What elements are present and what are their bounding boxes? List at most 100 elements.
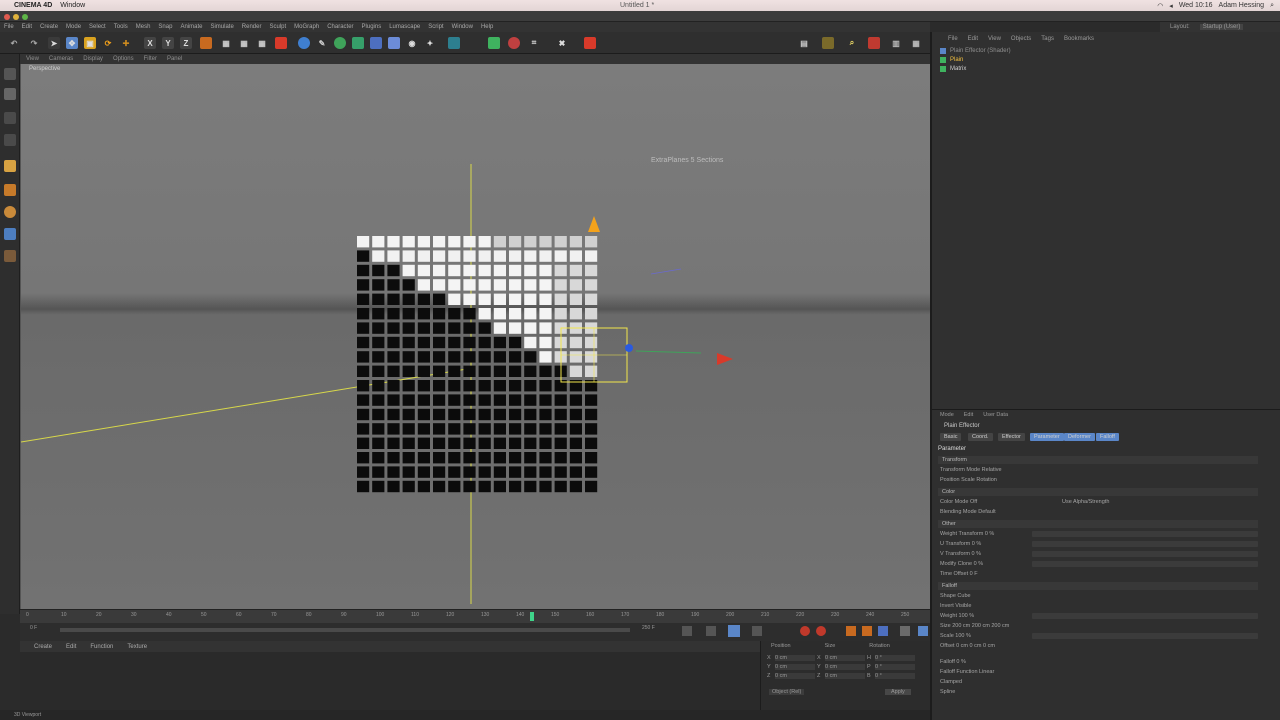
subdivision-icon[interactable] — [334, 37, 346, 49]
next-frame-icon[interactable] — [752, 626, 762, 636]
attr-row[interactable]: Size 200 cm 200 cm 200 cm — [940, 622, 1009, 630]
record-icon[interactable] — [584, 37, 596, 49]
redo-icon[interactable]: ↷ — [28, 37, 40, 49]
deformer-icon[interactable] — [370, 37, 382, 49]
magnify-icon[interactable]: ⌕ — [846, 37, 858, 49]
attr-row[interactable]: Offset 0 cm 0 cm 0 cm — [940, 642, 995, 650]
object-row[interactable]: Plain Effector (Shader) — [940, 46, 1270, 55]
goto-start-icon[interactable] — [682, 626, 692, 636]
mat-menu-function[interactable]: Function — [90, 644, 113, 650]
record-key-icon[interactable] — [800, 626, 810, 636]
tab-falloff[interactable]: Falloff — [1096, 433, 1119, 441]
minimize-button[interactable] — [13, 14, 19, 20]
attr-menu-edit[interactable]: Edit — [964, 412, 973, 418]
render-region-icon[interactable]: ▦ — [238, 37, 250, 49]
section-other[interactable]: Other — [938, 520, 1258, 528]
key-rotation-icon[interactable] — [878, 626, 888, 636]
attr-row[interactable]: Shape Cube — [940, 592, 971, 600]
rotate-tool-icon[interactable]: ⟳ — [102, 37, 114, 49]
play-icon[interactable] — [728, 625, 740, 637]
apply-button[interactable]: Apply — [885, 689, 911, 695]
attr-row[interactable]: Weight 100 % — [940, 612, 974, 620]
attr-row[interactable]: Spline — [940, 688, 955, 696]
render-view-icon[interactable]: ▦ — [220, 37, 232, 49]
app-menu[interactable]: CINEMA 4D — [14, 2, 52, 9]
attr-row[interactable]: Time Offset 0 F — [940, 570, 978, 578]
v-slider[interactable] — [1032, 551, 1258, 557]
attr-row[interactable]: U Transform 0 % — [940, 540, 981, 548]
key-param-icon[interactable] — [900, 626, 910, 636]
pen-spline-icon[interactable]: ✎ — [316, 37, 328, 49]
light-icon[interactable]: ✦ — [424, 37, 436, 49]
key-position-icon[interactable] — [846, 626, 856, 636]
scale-tool-icon[interactable]: ▣ — [84, 37, 96, 49]
coordinate-system-icon[interactable] — [200, 37, 212, 49]
attr-row[interactable]: Falloff 0 % — [940, 658, 966, 666]
attr-row[interactable]: Weight Transform 0 % — [940, 530, 994, 538]
om-menu-bookmarks[interactable]: Bookmarks — [1064, 36, 1094, 42]
mat-menu-create[interactable]: Create — [34, 644, 52, 650]
attr-row[interactable]: Transform Mode Relative — [940, 466, 1002, 474]
y-axis-lock[interactable]: Y — [162, 37, 174, 49]
menu-script[interactable]: Script — [428, 24, 443, 30]
layout-view-icon[interactable]: ▤ — [798, 37, 810, 49]
camera-icon[interactable]: ◉ — [406, 37, 418, 49]
tab-deformer[interactable]: Deformer — [1064, 433, 1095, 441]
attr-row[interactable]: Falloff Function Linear — [940, 668, 994, 676]
text-tool-icon[interactable]: ⌗ — [528, 37, 540, 49]
polygons-mode-icon[interactable] — [4, 206, 16, 218]
attr-row[interactable]: Use Alpha/Strength — [1062, 498, 1109, 506]
falloff-weight-slider[interactable] — [1032, 613, 1258, 619]
attr-row[interactable]: Position Scale Rotation — [940, 476, 997, 484]
mat-menu-edit[interactable]: Edit — [66, 644, 76, 650]
menu-mode[interactable]: Mode — [66, 24, 81, 30]
make-editable-icon[interactable] — [4, 68, 16, 80]
quad-view-icon[interactable]: ▦ — [910, 37, 922, 49]
3d-viewport[interactable]: Perspective ExtraPlanes 5 Sections — [20, 64, 930, 609]
menu-simulate[interactable]: Simulate — [210, 24, 233, 30]
menu-mograph[interactable]: MoGraph — [294, 24, 319, 30]
workplane-icon[interactable] — [868, 37, 880, 49]
model-mode-icon[interactable] — [4, 88, 16, 100]
attr-menu-userdata[interactable]: User Data — [983, 412, 1008, 418]
menu-help[interactable]: Help — [481, 24, 493, 30]
prev-frame-icon[interactable] — [706, 626, 716, 636]
section-color[interactable]: Color — [938, 488, 1258, 496]
om-menu-tags[interactable]: Tags — [1041, 36, 1054, 42]
modify-slider[interactable] — [1032, 561, 1258, 567]
om-menu-edit[interactable]: Edit — [968, 36, 978, 42]
menu-create[interactable]: Create — [40, 24, 58, 30]
weight-slider[interactable] — [1032, 531, 1258, 537]
user-name[interactable]: Adam Hessing — [1219, 2, 1265, 9]
tweak-mode-icon[interactable] — [4, 250, 16, 262]
panel-layout-icon[interactable]: ▥ — [890, 37, 902, 49]
live-selection-icon[interactable]: ✥ — [66, 37, 78, 49]
tab-effector[interactable]: Effector — [998, 433, 1025, 441]
tab-parameter[interactable]: Parameter — [1030, 433, 1064, 441]
move-tool-icon[interactable]: ✛ — [120, 37, 132, 49]
menu-tools[interactable]: Tools — [114, 24, 128, 30]
coord-field[interactable]: 0 ° — [875, 664, 915, 670]
layout-value[interactable]: Startup (User) — [1199, 24, 1244, 30]
menu-plugins[interactable]: Plugins — [362, 24, 382, 30]
effector-icon[interactable] — [508, 37, 520, 49]
x-axis-lock[interactable]: X — [144, 37, 156, 49]
timeline-ruler[interactable]: 0 10 20 30 40 50 60 70 80 90 100 110 120 130 140 150 160… — [20, 609, 930, 623]
window-menu[interactable]: Window — [60, 2, 85, 9]
coord-field[interactable]: 0 cm — [775, 664, 815, 670]
tab-basic[interactable]: Basic — [940, 433, 962, 441]
vp-menu-cameras[interactable]: Cameras — [49, 56, 73, 62]
tab-coord[interactable]: Coord. — [968, 433, 993, 441]
menu-edit[interactable]: Edit — [22, 24, 32, 30]
menu-snap[interactable]: Snap — [158, 24, 172, 30]
coord-field[interactable]: 0 cm — [775, 655, 815, 661]
volume-icon[interactable]: ◂ — [1169, 2, 1173, 10]
attr-row[interactable]: Color Mode Off — [940, 498, 977, 506]
layout-switcher[interactable]: Layout: Startup (User) — [1160, 22, 1280, 32]
material-area[interactable] — [20, 652, 760, 710]
attr-menu-mode[interactable]: Mode — [940, 412, 954, 418]
vp-menu-panel[interactable]: Panel — [167, 56, 182, 62]
key-scale-icon[interactable] — [862, 626, 872, 636]
autokey-icon[interactable] — [816, 626, 826, 636]
attr-row[interactable]: V Transform 0 % — [940, 550, 981, 558]
